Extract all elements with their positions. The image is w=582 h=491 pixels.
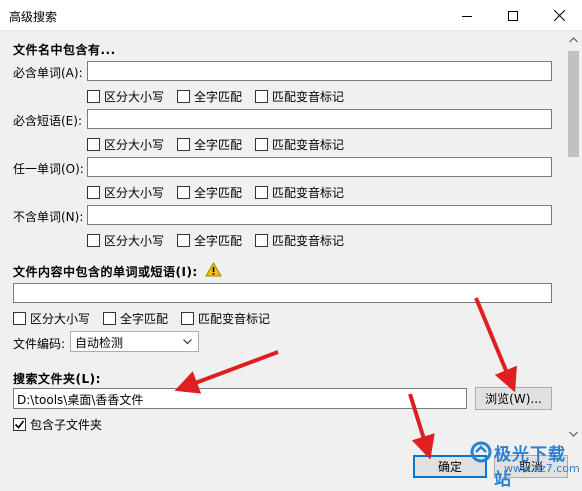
folder-path-input[interactable]: D:\tools\桌面\香香文件 — [13, 388, 467, 409]
must-words-match-case-checkbox[interactable]: 区分大小写 — [87, 88, 164, 104]
scroll-up-icon[interactable] — [569, 37, 578, 43]
vertical-scrollbar[interactable] — [565, 31, 582, 446]
content-match-case-checkbox[interactable]: 区分大小写 — [13, 310, 90, 326]
filename-section-title: 文件名中包含有... — [13, 43, 116, 57]
checkbox-label: 匹配变音标记 — [272, 233, 345, 248]
close-icon — [553, 10, 565, 21]
title-bar: 高级搜索 — [0, 0, 582, 31]
content-section-title: 文件内容中包含的单词或短语(I): — [13, 265, 198, 279]
any-words-diacritics-checkbox[interactable]: 匹配变音标记 — [255, 184, 344, 200]
checkmark-icon — [14, 420, 25, 429]
must-words-input[interactable] — [87, 61, 552, 81]
exclude-words-input[interactable] — [87, 205, 552, 225]
folder-section-title: 搜索文件夹(L): — [13, 372, 101, 386]
watermark-logo-icon — [470, 441, 492, 463]
any-words-input[interactable] — [87, 157, 552, 177]
checkbox-label: 匹配变音标记 — [198, 311, 271, 326]
maximize-icon — [508, 10, 518, 21]
any-words-match-case-checkbox[interactable]: 区分大小写 — [87, 184, 164, 200]
checkbox-box — [13, 417, 26, 431]
checkbox-label: 区分大小写 — [104, 185, 165, 200]
include-subfolders-label: 包含子文件夹 — [30, 417, 103, 432]
must-phrase-whole-word-checkbox[interactable]: 全字匹配 — [177, 136, 242, 152]
must-phrase-label: 必含短语(E): — [13, 114, 82, 128]
window-title: 高级搜索 — [9, 10, 58, 24]
maximize-button[interactable] — [490, 0, 536, 31]
encoding-value: 自动检测 — [75, 336, 124, 350]
close-button[interactable] — [536, 0, 582, 31]
any-words-label: 任一单词(O): — [13, 162, 84, 176]
checkbox-label: 全字匹配 — [194, 89, 243, 104]
scroll-down-icon[interactable] — [569, 431, 578, 437]
encoding-select[interactable]: 自动检测 — [70, 331, 199, 352]
checkbox-label: 区分大小写 — [104, 137, 165, 152]
checkbox-label: 全字匹配 — [194, 233, 243, 248]
must-words-label: 必含单词(A): — [13, 66, 83, 80]
checkbox-label: 全字匹配 — [194, 137, 243, 152]
must-phrase-diacritics-checkbox[interactable]: 匹配变音标记 — [255, 136, 344, 152]
minimize-button[interactable] — [444, 0, 490, 31]
chevron-down-icon — [183, 339, 192, 345]
exclude-words-label: 不含单词(N): — [13, 210, 84, 224]
must-words-whole-word-checkbox[interactable]: 全字匹配 — [177, 88, 242, 104]
must-words-diacritics-checkbox[interactable]: 匹配变音标记 — [255, 88, 344, 104]
exclude-words-diacritics-checkbox[interactable]: 匹配变音标记 — [255, 232, 344, 248]
checkbox-label: 区分大小写 — [104, 89, 165, 104]
scrollbar-thumb[interactable] — [568, 51, 579, 157]
minimize-icon — [462, 15, 472, 17]
content-whole-word-checkbox[interactable]: 全字匹配 — [103, 310, 168, 326]
checkbox-label: 区分大小写 — [104, 233, 165, 248]
include-subfolders-checkbox[interactable]: 包含子文件夹 — [13, 416, 102, 432]
encoding-label: 文件编码: — [13, 337, 66, 351]
exclude-words-match-case-checkbox[interactable]: 区分大小写 — [87, 232, 164, 248]
exclude-words-whole-word-checkbox[interactable]: 全字匹配 — [177, 232, 242, 248]
browse-button[interactable]: 浏览(W)... — [475, 387, 552, 410]
checkbox-label: 全字匹配 — [194, 185, 243, 200]
checkbox-label: 区分大小写 — [30, 311, 91, 326]
checkbox-label: 匹配变音标记 — [272, 185, 345, 200]
must-phrase-match-case-checkbox[interactable]: 区分大小写 — [87, 136, 164, 152]
content-words-input[interactable] — [13, 283, 552, 303]
checkbox-label: 全字匹配 — [120, 311, 169, 326]
checkbox-label: 匹配变音标记 — [272, 89, 345, 104]
watermark: 极光下载站 www.xz7.com — [468, 438, 582, 491]
warning-icon — [205, 262, 222, 277]
checkbox-label: 匹配变音标记 — [272, 137, 345, 152]
watermark-url: www.xz7.com — [504, 462, 580, 475]
must-phrase-input[interactable] — [87, 109, 552, 129]
content-diacritics-checkbox[interactable]: 匹配变音标记 — [181, 310, 270, 326]
any-words-whole-word-checkbox[interactable]: 全字匹配 — [177, 184, 242, 200]
